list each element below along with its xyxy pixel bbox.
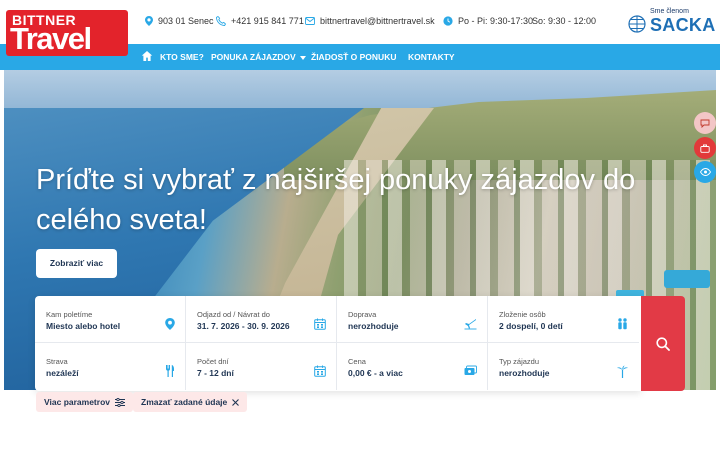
field-trip-type[interactable]: Typ zájazdu nerozhoduje [488,343,639,390]
nav-item-kto-sme[interactable]: KTO SME? [160,44,204,70]
field-price[interactable]: Cena 0,00 € - a viac [337,343,488,390]
nav-item-ponuka-label: PONUKA ZÁJAZDOV [211,52,296,62]
sacka-globe-icon [628,15,646,33]
search-panel: Kam poletíme Miesto alebo hotel Odjazd o… [35,296,641,391]
more-parameters-button[interactable]: Viac parametrov [36,392,133,412]
calendar-icon [314,318,326,330]
field-value: 31. 7. 2026 - 30. 9. 2026 [197,321,290,331]
nav-item-ziadost[interactable]: ŽIADOSŤ O PONUKU [311,44,396,70]
calendar-icon [314,365,326,377]
eye-icon [699,168,711,176]
field-label: Cena [348,357,366,366]
clock-icon [443,16,453,26]
suitcase-icon [700,144,710,153]
contact-address: 903 01 Senec [145,16,214,26]
contact-hours: Po - Pi: 9:30-17:30 [443,16,533,26]
logo[interactable]: BITTNER Travel [6,10,128,56]
hours-saturday: So: 9:30 - 12:00 [532,16,597,26]
email-text: bittnertravel@bittnertravel.sk [320,16,435,26]
field-label: Typ zájazdu [499,357,540,366]
contact-phone[interactable]: +421 915 841 771 [216,16,304,26]
field-label: Doprava [348,310,377,319]
field-value: Miesto alebo hotel [46,321,121,331]
field-value: 0,00 € - a viac [348,368,403,378]
home-icon[interactable] [141,50,153,62]
show-more-button[interactable]: Zobraziť viac [36,249,117,278]
field-value: 2 dospelí, 0 detí [499,321,563,331]
field-value: nerozhoduje [348,321,399,331]
search-icon [656,336,670,351]
field-transport[interactable]: Doprava nerozhoduje [337,296,488,343]
chat-button[interactable] [694,112,716,134]
logo-line2: Travel [10,21,92,56]
sliders-icon [115,397,125,407]
field-label: Strava [46,357,68,366]
hero-title: Príďte si vybrať z najširšej ponuky zája… [36,164,636,236]
phone-icon [216,16,226,26]
money-icon [464,365,477,375]
more-parameters-label: Viac parametrov [44,397,110,407]
people-icon [618,318,627,330]
field-label: Zloženie osôb [499,310,546,319]
suitcase-button[interactable] [694,137,716,159]
field-value: 7 - 12 dní [197,368,234,378]
field-label: Počet dní [197,357,229,366]
close-icon [232,398,240,406]
nav-item-kontakty[interactable]: KONTAKTY [408,44,455,70]
sacka-caption: Sme členom [650,8,689,15]
mail-icon [305,17,315,25]
nav-item-ponuka-zajazdov[interactable]: PONUKA ZÁJAZDOV [211,44,307,70]
field-dates[interactable]: Odjazd od / Návrat do 31. 7. 2026 - 30. … [186,296,337,343]
field-destination[interactable]: Kam poletíme Miesto alebo hotel [35,296,186,343]
address-text: 903 01 Senec [158,16,214,26]
field-value: nerozhoduje [499,368,550,378]
clear-filters-label: Zmazať zadané údaje [141,397,228,407]
phone-text: +421 915 841 771 [231,16,304,26]
field-label: Odjazd od / Návrat do [197,310,270,319]
view-button[interactable] [694,161,716,183]
contact-hours-saturday: So: 9:30 - 12:00 [532,16,596,26]
hero-pool [664,270,710,288]
chevron-down-icon [300,55,307,60]
clear-filters-button[interactable]: Zmazať zadané údaje [133,392,248,412]
header: BITTNER Travel 903 01 Senec +421 915 841… [0,0,720,56]
hours-weekday: Po - Pi: 9:30-17:30 [458,16,534,26]
field-days[interactable]: Počet dní 7 - 12 dní [186,343,337,390]
field-persons[interactable]: Zloženie osôb 2 dospelí, 0 detí [488,296,639,343]
contact-email[interactable]: bittnertravel@bittnertravel.sk [305,16,435,26]
field-label: Kam poletíme [46,310,93,319]
cutlery-icon [166,365,174,377]
location-pin-icon [165,318,175,330]
field-board[interactable]: Strava nezáleží [35,343,186,390]
plane-icon [464,319,477,330]
location-pin-icon [145,16,153,26]
sacka-badge[interactable]: Sme členom SACKA [628,8,716,36]
palm-icon [617,365,628,378]
search-button[interactable] [641,296,685,391]
field-value: nezáleží [46,368,79,378]
sacka-name: SACKA [650,15,716,35]
chat-icon [700,119,710,128]
